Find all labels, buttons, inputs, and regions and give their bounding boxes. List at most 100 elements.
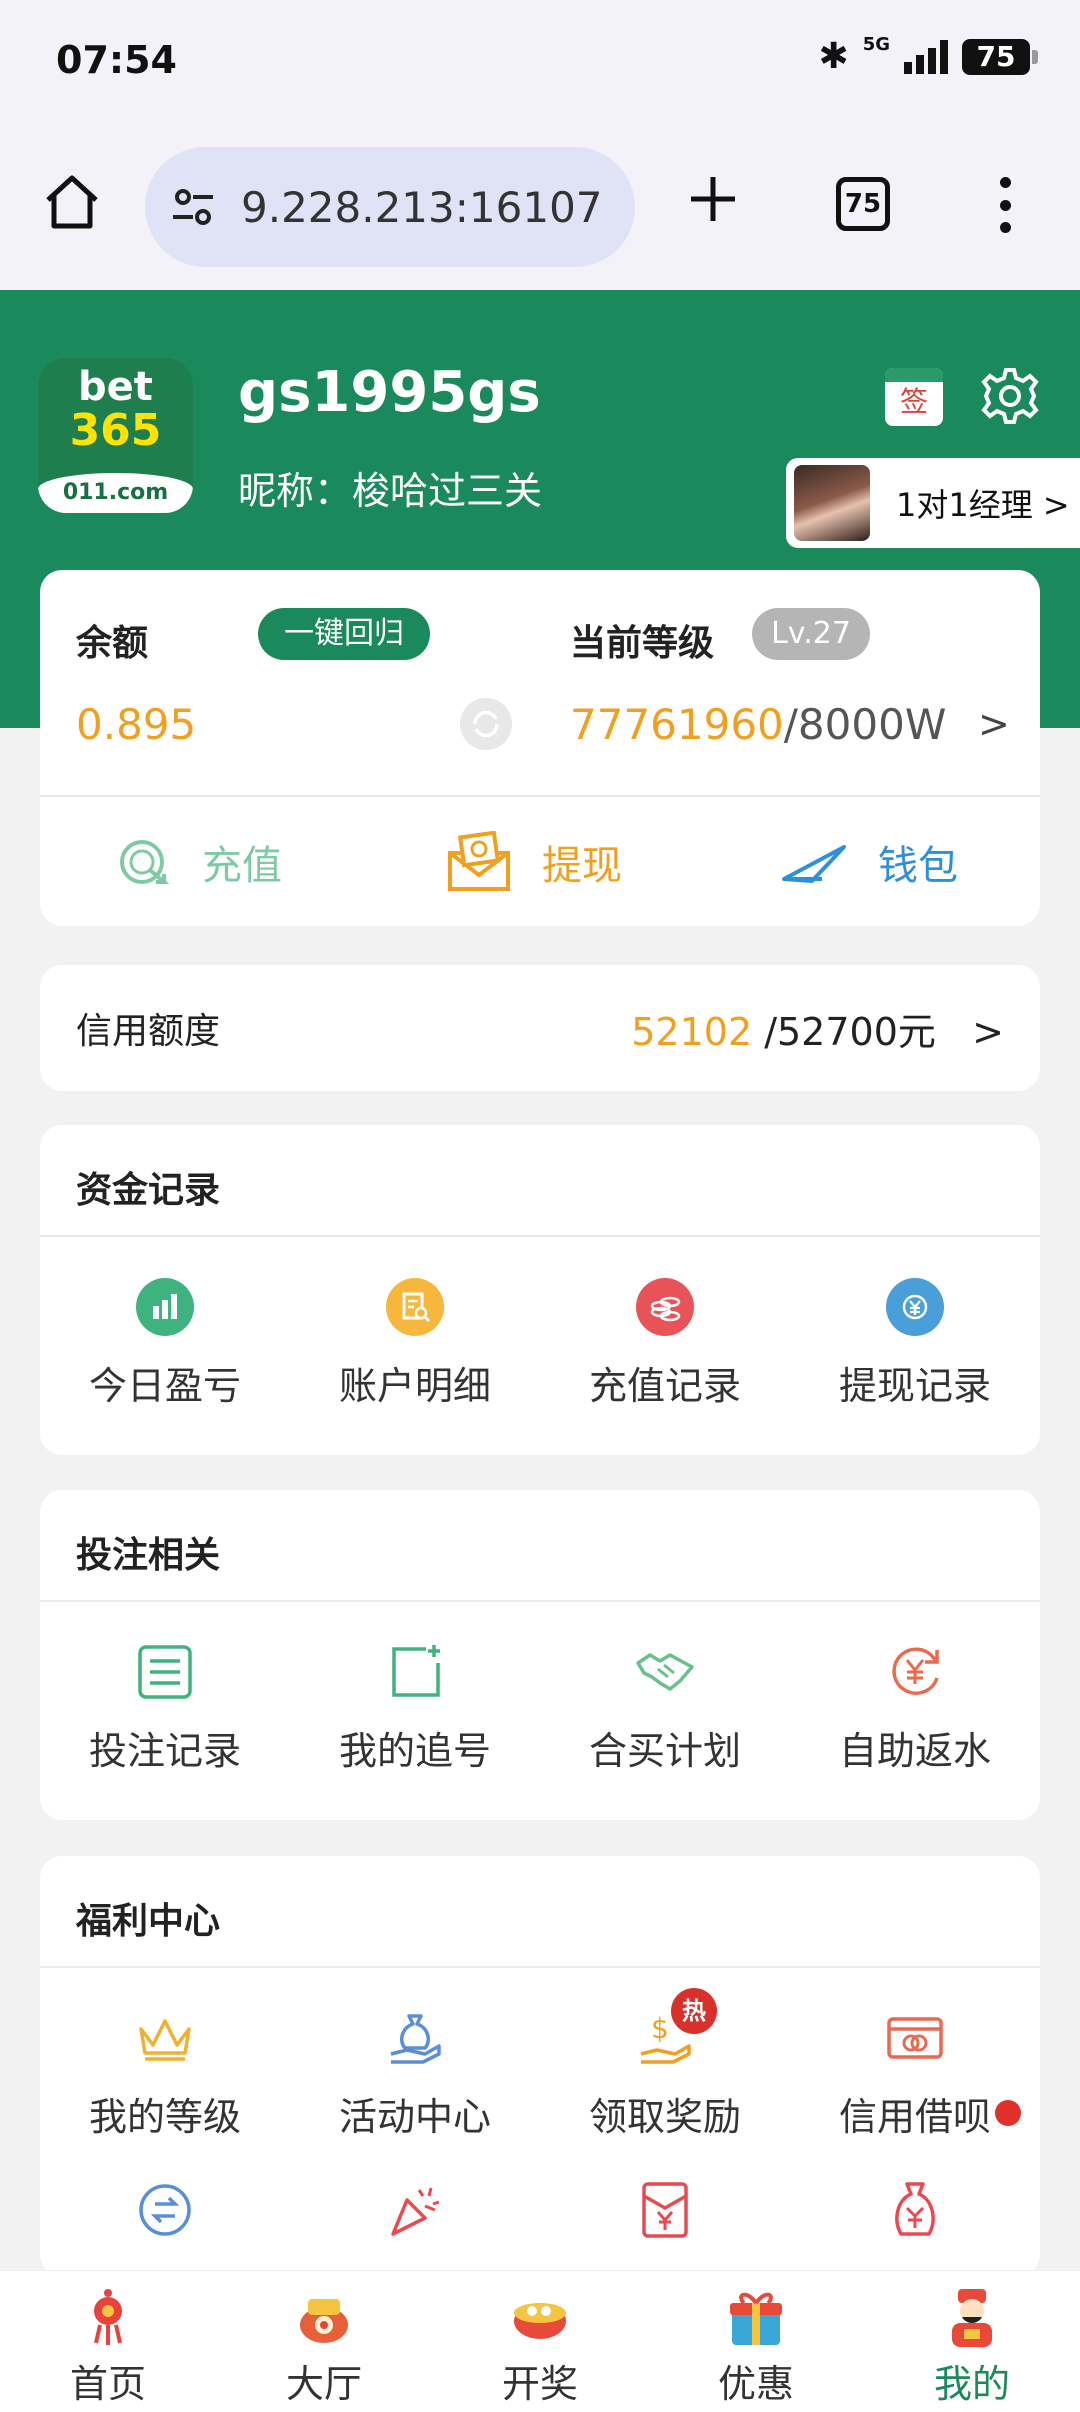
divider [40,1600,1040,1602]
refresh-icon[interactable] [460,698,512,750]
wallet-button[interactable]: 钱包 [782,822,958,902]
yuan-exchange-icon [886,1278,944,1336]
sign-in-calendar-icon[interactable]: 签 [885,368,943,426]
red-envelope-icon [642,2182,688,2238]
level-badge: Lv.27 [752,608,870,660]
tab-lobby[interactable]: 大厅 [216,2271,432,2412]
money-bag-hand-icon [390,2014,441,2064]
status-time: 07:54 [56,38,177,82]
lottery-drum-icon [514,2303,566,2339]
bet-related-grid: 投注记录 我的追号 合买计划 自助返水 [40,1640,1040,1775]
bottom-navigation: 首页 大厅 开奖 优惠 我的 [0,2270,1080,2412]
status-bar: 07:54 ✱ 5G 75 [0,0,1080,125]
red-envelope-item[interactable] [540,2178,790,2242]
recharge-label: 充值 [202,843,282,889]
party-item[interactable] [290,2178,540,2242]
fund-item-label: 账户明细 [338,1364,491,1408]
my-chase-item[interactable]: 我的追号 [290,1640,540,1775]
logo-line1: bet [78,364,153,410]
tab-offers[interactable]: 优惠 [648,2271,864,2412]
address-bar[interactable]: 9.228.213:16107 [145,147,635,267]
yuan-refresh-icon [892,1647,939,1695]
site-settings-icon[interactable] [169,183,217,231]
lobby-icon [300,2299,348,2343]
credit-limit-row[interactable]: 信用额度 52102 /52700元 > [40,965,1040,1091]
self-rebate-item[interactable]: 自助返水 [790,1640,1040,1775]
fortune-god-icon [952,2289,992,2347]
gear-icon[interactable] [980,366,1040,426]
bet-item-label: 合买计划 [588,1729,741,1773]
credit-card-icon [887,2017,943,2059]
group-buy-item[interactable]: 合买计划 [540,1640,790,1775]
level-arrow-icon[interactable]: > [978,702,1010,746]
withdraw-icon [448,831,510,891]
withdraw-button[interactable]: 提现 [446,822,622,902]
account-details-item[interactable]: 账户明细 [290,1275,540,1410]
transfer-item[interactable] [40,2178,290,2242]
recharge-button[interactable]: 充值 [116,822,282,902]
fund-item-label: 提现记录 [838,1364,991,1408]
level-progress[interactable]: 77761960/8000W [570,700,946,749]
credit-used: 52102 [631,1009,753,1054]
my-level-item[interactable]: 我的等级 [40,2006,290,2141]
balance-value: 0.895 [76,700,197,749]
battery-level: 75 [976,40,1016,73]
withdraw-records-item[interactable]: 提现记录 [790,1275,1040,1410]
manager-avatar [794,465,870,541]
browser-menu-icon[interactable] [990,177,1020,233]
money-bag-item[interactable] [790,2178,1040,2242]
svg-text:$: $ [651,2012,669,2045]
fund-item-label: 今日盈亏 [88,1364,241,1408]
manager-label: 1对1经理 > [896,486,1070,524]
bet-item-label: 自助返水 [838,1729,991,1773]
logo-line2: 365 [69,405,162,456]
tab-lottery[interactable]: 开奖 [432,2271,648,2412]
welfare-center-section: 福利中心 我的等级 活动中心 $ 热 领取奖励 信用借呗 [40,1856,1040,2276]
tab-mine[interactable]: 我的 [864,2271,1080,2412]
battery-icon: 75 [962,38,1038,75]
credit-total: /52700元 [752,1009,936,1054]
bluetooth-icon: ✱ [818,36,849,77]
level-progress-value: 77761960 [570,700,784,749]
wallet-label: 钱包 [878,843,958,889]
activity-center-item[interactable]: 活动中心 [290,2006,540,2141]
tab-label: 首页 [69,2362,146,2406]
welfare-grid-row2 [40,2178,1040,2242]
transfer-icon [139,2184,191,2236]
nickname: 昵称：梭哈过三关 [238,469,543,513]
welfare-item-label: 活动中心 [338,2095,491,2139]
gift-box-icon [730,2292,782,2345]
welfare-item-label: 信用借呗 [838,2086,1021,2141]
divider [40,1966,1040,1968]
list-icon [138,1645,192,1699]
notification-dot [995,2100,1021,2126]
claim-reward-item[interactable]: $ 热 领取奖励 [540,1988,790,2141]
daily-profit-item[interactable]: 今日盈亏 [40,1275,290,1410]
credit-value: 52102 /52700元 > [631,1001,1004,1056]
tab-label: 优惠 [717,2362,794,2406]
bet-item-label: 我的追号 [338,1729,491,1773]
balance-label: 余额 [76,623,149,664]
credit-loan-label: 信用借呗 [838,2095,991,2139]
manager-button[interactable]: 1对1经理 > [786,458,1080,548]
recharge-records-item[interactable]: 充值记录 [540,1275,790,1410]
bar-chart-icon [136,1278,194,1336]
crown-icon [139,2019,191,2061]
add-square-icon [392,1645,440,1697]
tab-switcher-button[interactable]: 75 [836,177,890,231]
level-max: /8000W [783,700,947,749]
tab-label: 我的 [933,2362,1010,2406]
one-key-return-button[interactable]: 一键回归 [258,608,430,660]
divider [40,795,1040,797]
fund-records-section: 资金记录 今日盈亏 账户明细 充值记录 提现记录 [40,1125,1040,1455]
status-icons: ✱ 5G 75 [818,34,1038,77]
bet-records-item[interactable]: 投注记录 [40,1640,290,1775]
home-icon[interactable] [40,170,104,234]
coins-icon [636,1278,694,1336]
credit-arrow-icon[interactable]: > [972,1010,1004,1054]
credit-loan-item[interactable]: 信用借呗 [790,2006,1040,2141]
wallet-icon [782,845,846,883]
new-tab-icon[interactable] [685,171,741,227]
url-text[interactable]: 9.228.213:16107 [241,183,603,232]
tab-home[interactable]: 首页 [0,2271,216,2412]
